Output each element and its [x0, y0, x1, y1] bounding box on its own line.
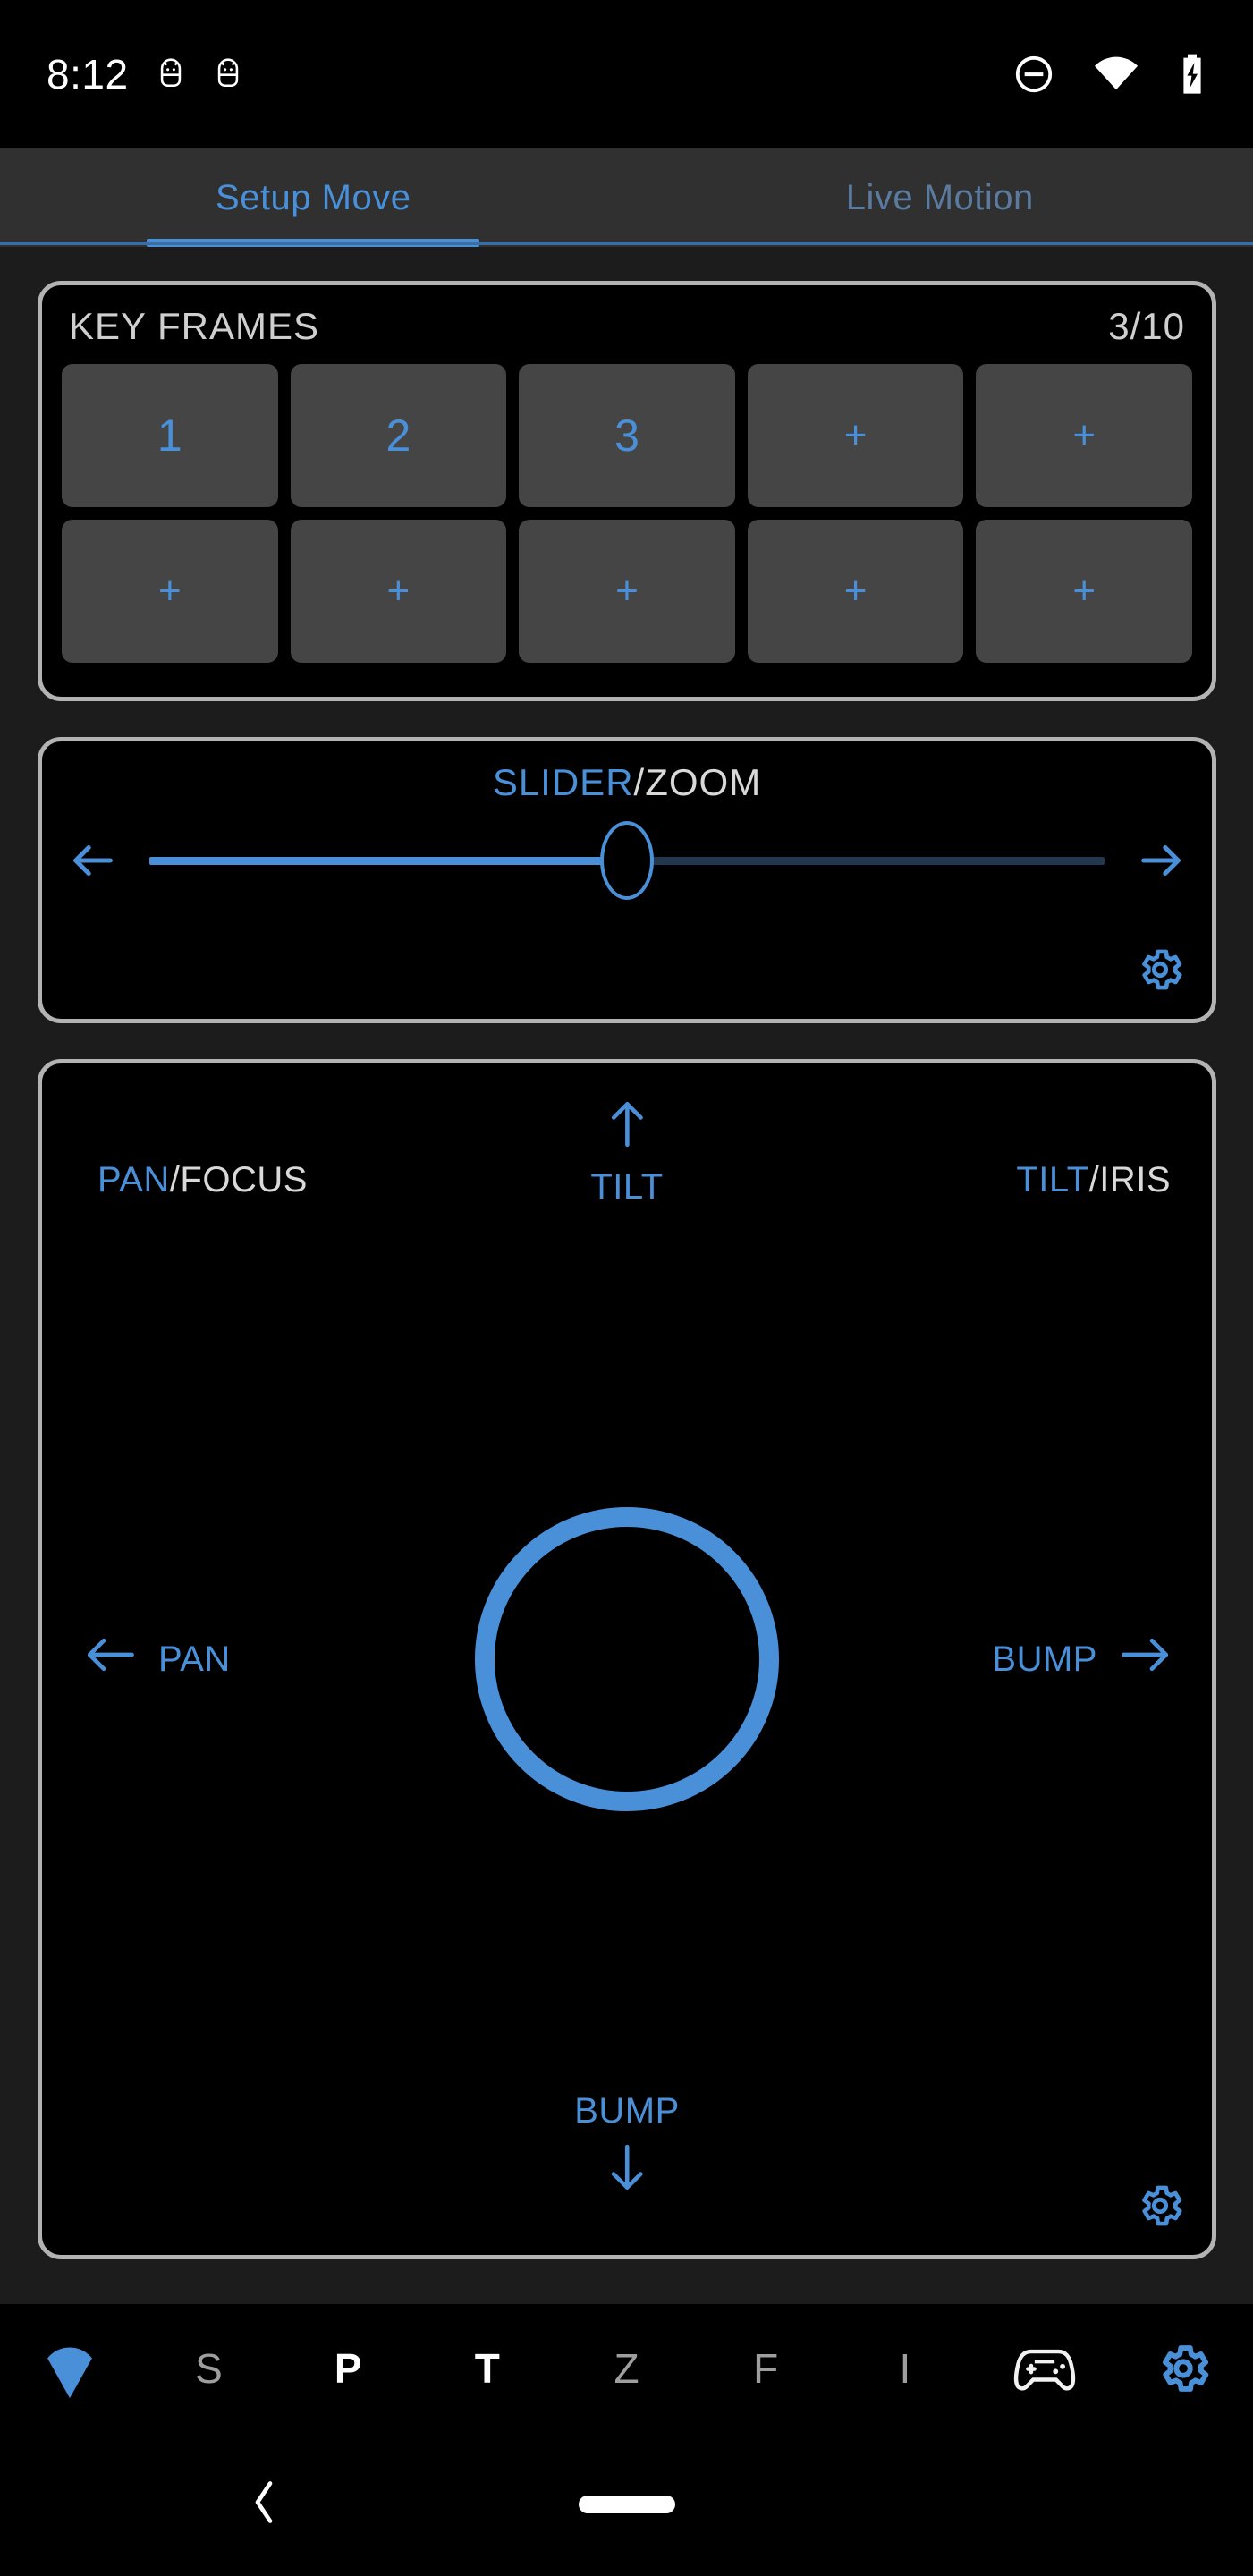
- arrow-left-icon[interactable]: [67, 835, 119, 886]
- key-frames-panel: KEY FRAMES 3/10 1 2 3 + + + + + + +: [38, 281, 1216, 701]
- slider-track-filled: [149, 856, 627, 865]
- main-content: KEY FRAMES 3/10 1 2 3 + + + + + + + SLID…: [0, 247, 1253, 2304]
- key-frames-title: KEY FRAMES: [69, 305, 319, 347]
- toolbar-gear-icon[interactable]: [1113, 2304, 1253, 2433]
- key-frame-add-button-7[interactable]: +: [290, 520, 507, 663]
- joystick-panel: PAN/FOCUS TILT/IRIS TILT PAN BUMP BUMP: [38, 1059, 1216, 2259]
- joystick-label-tilt-up: TILT: [590, 1096, 663, 1208]
- key-frame-add-button-6[interactable]: +: [62, 520, 278, 663]
- arrow-up-icon: [604, 1096, 650, 1160]
- key-frame-button-3[interactable]: 3: [519, 364, 735, 507]
- joystick-tilt-iris-primary: TILT: [1016, 1160, 1089, 1199]
- joystick-label-tilt-iris: TILT/IRIS: [1016, 1160, 1171, 1200]
- slider-zoom-panel: SLIDER/ZOOM: [38, 737, 1216, 1023]
- home-pill-icon[interactable]: [578, 2496, 675, 2513]
- status-bar-left: 8:12: [0, 50, 243, 98]
- joystick-label-pan-left: PAN: [85, 1631, 231, 1688]
- bottom-toolbar: S P T Z F I: [0, 2304, 1253, 2433]
- slider-control-row: [42, 804, 1212, 901]
- tab-setup-move[interactable]: Setup Move: [0, 148, 627, 247]
- phone-screen: 8:12 Setup Move Live Motion KEY FRAMES 3…: [0, 0, 1253, 2576]
- joystick-label-bump-right: BUMP: [992, 1631, 1171, 1688]
- slider-zoom-title: SLIDER/ZOOM: [42, 741, 1212, 804]
- toolbar-item-z[interactable]: Z: [557, 2304, 697, 2433]
- joystick-bump-down-label: BUMP: [574, 2091, 680, 2131]
- slider-thumb[interactable]: [600, 821, 654, 900]
- joystick-label-bump-down: BUMP: [574, 2091, 680, 2205]
- tab-live-motion[interactable]: Live Motion: [627, 148, 1253, 247]
- joystick-tilt-up-label: TILT: [590, 1167, 664, 1207]
- toolbar-item-p[interactable]: P: [278, 2304, 418, 2433]
- slider-settings-gear-icon[interactable]: [1135, 945, 1185, 999]
- status-bar-clock: 8:12: [47, 51, 129, 97]
- tab-bar-baseline: [0, 242, 1253, 245]
- back-chevron-icon[interactable]: [249, 2478, 279, 2532]
- toolbar-gamepad-icon[interactable]: [975, 2304, 1114, 2433]
- joystick-pan-focus-secondary: /FOCUS: [169, 1160, 308, 1199]
- slider-title-secondary: /ZOOM: [633, 761, 762, 803]
- do-not-disturb-icon: [1013, 54, 1054, 95]
- tab-bar: Setup Move Live Motion: [0, 148, 1253, 247]
- key-frame-add-button-4[interactable]: +: [747, 364, 964, 507]
- wifi-icon: [1094, 56, 1139, 92]
- tab-setup-move-label: Setup Move: [216, 177, 411, 217]
- joystick-control-ring[interactable]: [475, 1507, 779, 1811]
- key-frame-add-button-9[interactable]: +: [747, 520, 964, 663]
- android-debug-icon: [213, 57, 243, 91]
- key-frames-count: 3/10: [1108, 305, 1185, 347]
- android-nav-bar: [0, 2433, 1253, 2576]
- joystick-settings-gear-icon[interactable]: [1135, 2181, 1185, 2235]
- key-frames-grid: 1 2 3 + + + + + + +: [42, 348, 1212, 682]
- status-bar-right: [1013, 53, 1253, 96]
- tab-live-motion-label: Live Motion: [845, 177, 1034, 217]
- slider-title-primary: SLIDER: [492, 761, 634, 803]
- joystick-tilt-iris-secondary: /IRIS: [1088, 1160, 1171, 1199]
- arrow-right-icon: [1117, 1631, 1171, 1688]
- joystick-label-pan-focus: PAN/FOCUS: [97, 1160, 308, 1200]
- key-frame-add-button-5[interactable]: +: [976, 364, 1192, 507]
- joystick-bump-right-label: BUMP: [992, 1639, 1097, 1679]
- key-frame-button-2[interactable]: 2: [290, 364, 507, 507]
- toolbar-item-f[interactable]: F: [696, 2304, 835, 2433]
- android-debug-icon: [156, 57, 186, 91]
- status-bar: 8:12: [0, 0, 1253, 148]
- key-frame-button-1[interactable]: 1: [62, 364, 278, 507]
- arrow-right-icon[interactable]: [1135, 835, 1187, 886]
- toolbar-item-i[interactable]: I: [835, 2304, 975, 2433]
- arrow-left-icon: [85, 1631, 139, 1688]
- slider-track-remaining: [627, 856, 1105, 865]
- battery-charging-icon: [1178, 53, 1206, 96]
- joystick-pan-focus-primary: PAN: [97, 1160, 170, 1199]
- arrow-down-icon: [604, 2140, 650, 2205]
- joystick-pan-left-label: PAN: [158, 1639, 231, 1679]
- key-frame-add-button-10[interactable]: +: [976, 520, 1192, 663]
- toolbar-wifi-location-icon[interactable]: [0, 2304, 140, 2433]
- toolbar-item-t[interactable]: T: [418, 2304, 557, 2433]
- key-frame-add-button-8[interactable]: +: [519, 520, 735, 663]
- slider-track[interactable]: [149, 820, 1105, 901]
- tab-list: Setup Move Live Motion: [0, 148, 1253, 247]
- toolbar-item-s[interactable]: S: [140, 2304, 279, 2433]
- key-frames-header: KEY FRAMES 3/10: [42, 285, 1212, 348]
